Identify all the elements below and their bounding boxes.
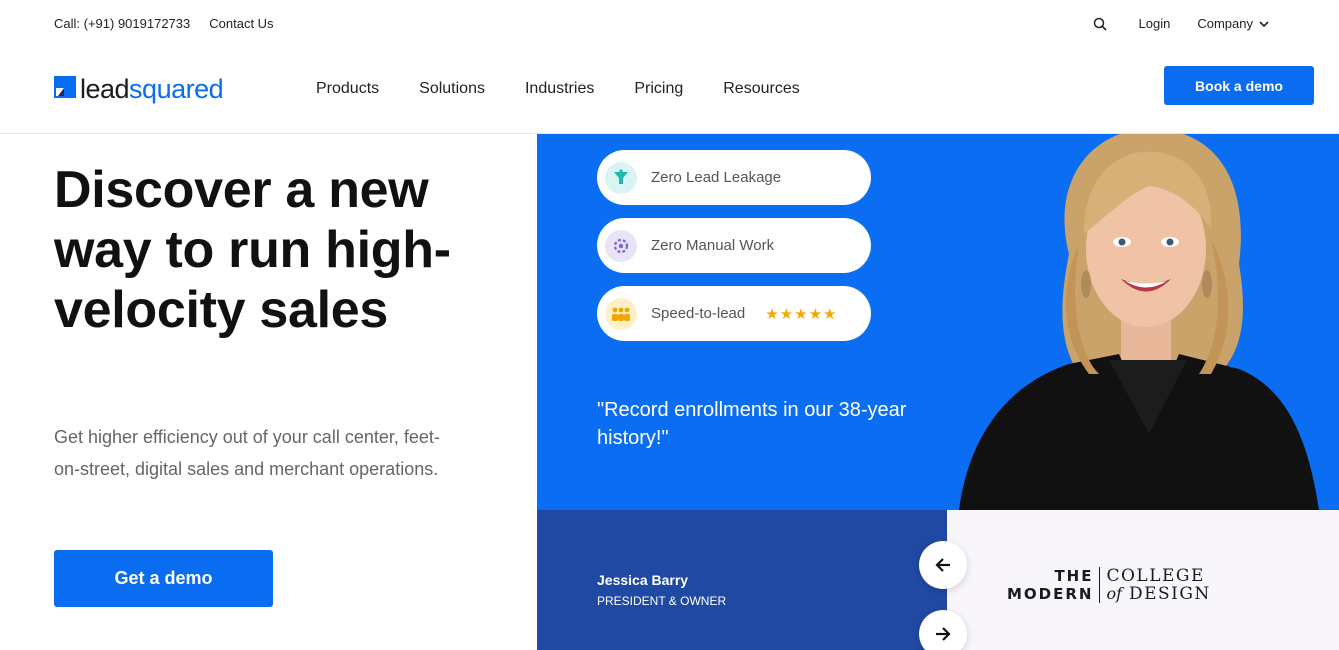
search-icon[interactable] bbox=[1093, 17, 1107, 31]
book-demo-button[interactable]: Book a demo bbox=[1164, 66, 1314, 105]
logo-modern: MODERN bbox=[1007, 585, 1094, 603]
hero-subtitle: Get higher efficiency out of your call c… bbox=[54, 427, 440, 479]
nav-item-resources[interactable]: Resources bbox=[723, 80, 799, 98]
client-logo: THE MODERN COLLEGE of DESIGN bbox=[1007, 567, 1211, 603]
logo[interactable]: leadsquared bbox=[54, 71, 224, 107]
testimonial-panel: Zero Lead Leakage Zero Manual Work Speed… bbox=[537, 134, 1339, 510]
logo-the: THE bbox=[1054, 567, 1094, 585]
carousel-next-button[interactable] bbox=[919, 610, 967, 650]
nav-item-products[interactable]: Products bbox=[316, 80, 379, 98]
logo-right-block: COLLEGE of DESIGN bbox=[1100, 567, 1210, 603]
pill-label: Zero Lead Leakage bbox=[651, 169, 782, 186]
funnel-icon bbox=[605, 161, 637, 194]
benefit-pill-manual-work: Zero Manual Work bbox=[597, 218, 871, 273]
arrow-right-icon bbox=[936, 627, 951, 641]
logo-college: COLLEGE bbox=[1106, 566, 1205, 586]
get-demo-button[interactable]: Get a demo bbox=[54, 550, 273, 607]
logo-of-design: of DESIGN bbox=[1106, 584, 1211, 604]
author-role: PRESIDENT & OWNER bbox=[597, 594, 727, 608]
utility-bar: Call: (+91) 9019172733 Contact Us Login … bbox=[0, 0, 1339, 50]
nav-item-solutions[interactable]: Solutions bbox=[419, 80, 485, 98]
carousel-prev-button[interactable] bbox=[919, 541, 967, 589]
contact-link[interactable]: Contact Us bbox=[209, 16, 273, 31]
author-name: Jessica Barry bbox=[597, 572, 689, 588]
utility-left: Call: (+91) 9019172733 Contact Us bbox=[54, 16, 274, 31]
logo-wordmark: leadsquared bbox=[80, 73, 224, 105]
hero-title: Discover a new way to run high-velocity … bbox=[54, 161, 451, 339]
main-nav: leadsquared Products Solutions Industrie… bbox=[0, 50, 1339, 134]
testimonial-quote: "Record enrollments in our 38-year histo… bbox=[597, 399, 907, 449]
login-link[interactable]: Login bbox=[1139, 16, 1171, 31]
logo-text-squared: squared bbox=[129, 73, 224, 104]
logo-design: DESIGN bbox=[1128, 584, 1211, 604]
client-logo-panel: THE MODERN COLLEGE of DESIGN bbox=[947, 510, 1339, 650]
logo-text-lead: lead bbox=[80, 73, 130, 104]
pill-label: Speed-to-lead bbox=[651, 305, 746, 322]
company-menu[interactable]: Company bbox=[1197, 16, 1269, 31]
gear-icon bbox=[605, 229, 637, 262]
utility-right: Login Company bbox=[1093, 16, 1269, 31]
team-icon bbox=[605, 297, 637, 330]
pill-label: Zero Manual Work bbox=[651, 237, 775, 254]
arrow-left-icon bbox=[935, 558, 950, 572]
chevron-down-icon bbox=[1259, 20, 1269, 27]
company-label: Company bbox=[1197, 16, 1253, 31]
nav-item-pricing[interactable]: Pricing bbox=[634, 80, 683, 98]
logo-of: of bbox=[1106, 584, 1123, 603]
logo-mark-icon bbox=[54, 74, 76, 104]
testimonial-author-panel: Jessica Barry PRESIDENT & OWNER bbox=[537, 510, 947, 650]
nav-menu: Products Solutions Industries Pricing Re… bbox=[316, 80, 800, 98]
nav-item-industries[interactable]: Industries bbox=[525, 80, 594, 98]
call-link[interactable]: Call: (+91) 9019172733 bbox=[54, 16, 190, 31]
testimonial-portrait bbox=[959, 134, 1319, 510]
rating-stars-icon: ★★★★★ bbox=[765, 305, 838, 323]
logo-left-block: THE MODERN bbox=[1007, 567, 1101, 603]
benefit-pill-lead-leakage: Zero Lead Leakage bbox=[597, 150, 871, 205]
benefit-pill-speed-to-lead: Speed-to-lead ★★★★★ bbox=[597, 286, 871, 341]
